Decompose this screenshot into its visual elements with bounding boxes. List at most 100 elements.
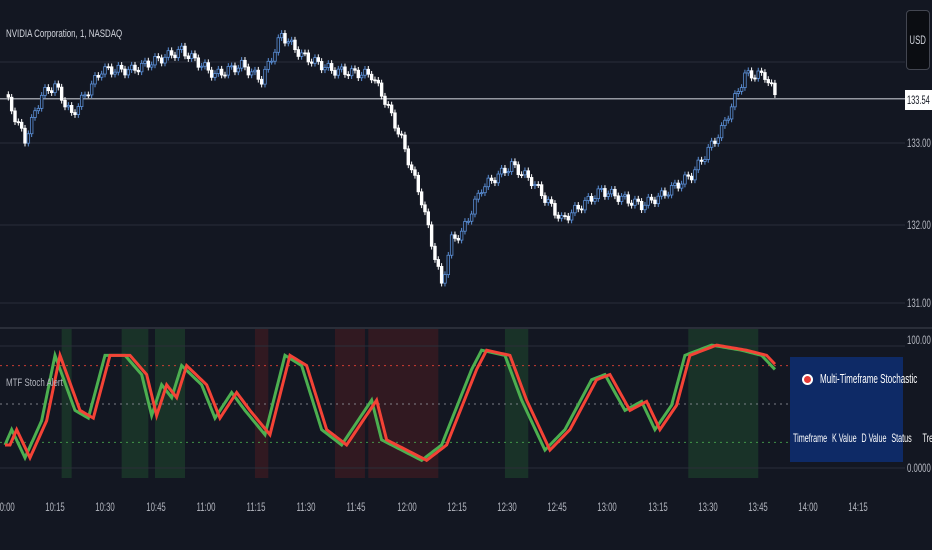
candle [583,200,587,211]
candle [46,87,51,92]
candle [373,79,377,82]
candle [663,190,667,196]
candle [133,64,137,71]
candle [716,137,720,144]
candle [63,99,67,108]
candle [256,69,261,80]
candle [276,37,281,53]
candle [36,107,41,112]
time-tick: 13:30 [698,500,718,514]
candle [699,159,704,162]
table-header: Timeframe [793,431,828,445]
candle [579,208,584,211]
indicator-logo-icon [802,374,813,385]
time-tick: 11:15 [246,500,266,514]
mtf-stoch-table: Multi-Timeframe Stochastic Timeframe K V… [790,357,932,462]
candle [769,82,774,85]
candle [606,193,610,197]
candle [696,159,700,171]
candle [756,70,760,79]
candle [166,50,171,58]
candle [253,69,257,73]
candle [139,62,144,73]
candle [549,199,554,204]
candle [163,56,167,64]
candle [466,220,470,223]
table-header: D Value [861,431,887,445]
candle [143,60,147,64]
candle [66,105,71,108]
time-tick: 12:30 [497,500,517,514]
candle [126,69,131,76]
candle [319,61,324,71]
current-price-badge: 133.54 [905,90,932,110]
candle [559,215,564,219]
candle [449,234,454,256]
candle [196,57,201,68]
candle [246,66,251,76]
candle [306,52,311,63]
candle [589,195,594,202]
candle [746,70,750,74]
price-tick: 132.00 [907,218,931,232]
candle [249,71,254,76]
candle [103,66,107,75]
candle [99,73,104,78]
candle [656,195,660,205]
candle [766,79,770,84]
candle [446,254,450,276]
candle [366,68,370,75]
candle [316,57,321,62]
candle [96,75,101,78]
candle [76,106,81,115]
time-tick: 11:45 [346,500,366,514]
candle [603,188,607,197]
candle [433,245,437,260]
candle [236,67,241,73]
candle [639,200,644,211]
chart-canvas[interactable] [0,0,932,550]
candle [626,194,630,204]
candle [546,199,550,203]
candle [146,60,151,68]
bullish-zone [504,328,529,478]
candle [753,77,757,80]
time-tick: 10:30 [95,500,116,514]
candle [323,67,327,71]
currency-button[interactable]: USD [906,10,930,70]
candle [356,69,360,79]
candle [729,106,734,120]
candle [399,133,404,136]
candle [703,159,707,162]
candle [259,78,264,85]
indicator-title: MTF Stoch Alert [6,377,63,389]
candle [343,66,347,75]
candle [283,33,287,44]
candle [569,212,574,221]
candle [529,177,534,187]
candle [359,74,364,79]
candle [286,41,291,44]
candle [689,175,694,181]
stoch-tick: 0.0000 [907,461,931,475]
candle [9,96,14,112]
candle [506,171,510,174]
candle [553,203,557,216]
candle [339,66,344,70]
candle [169,50,174,56]
candle [503,167,507,174]
candle [219,68,224,76]
table-header: Status [891,431,912,445]
candle [313,57,317,64]
candle [203,62,207,67]
candle [279,33,284,39]
candle [666,194,670,197]
candle [329,63,334,71]
candle [733,93,737,108]
bullish-zone [61,328,72,478]
candle [233,65,237,73]
candle [173,54,177,59]
candle [646,196,650,206]
candle [436,259,440,267]
candle [389,104,394,114]
